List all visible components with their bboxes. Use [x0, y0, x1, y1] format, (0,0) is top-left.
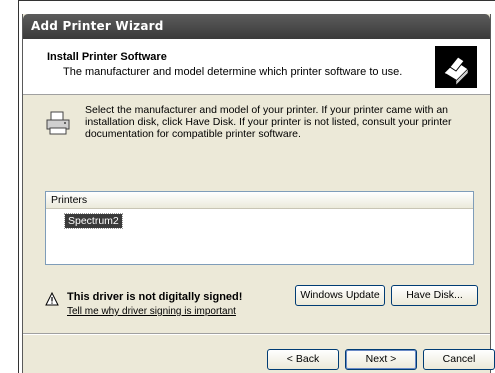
- title-bar[interactable]: Add Printer Wizard: [23, 14, 490, 39]
- unsigned-driver-warning: This driver is not digitally signed!: [67, 291, 243, 303]
- window-title: Add Printer Wizard: [31, 19, 164, 33]
- windows-update-button[interactable]: Windows Update: [295, 285, 385, 306]
- next-button[interactable]: Next >: [345, 349, 417, 370]
- footer-separator: [23, 333, 490, 335]
- back-button[interactable]: < Back: [267, 349, 339, 370]
- list-item-spectrum2[interactable]: Spectrum2: [64, 213, 123, 229]
- warning-icon: [45, 291, 59, 306]
- printers-column-header[interactable]: Printers: [46, 192, 473, 209]
- page-subtitle: The manufacturer and model determine whi…: [63, 66, 403, 78]
- wizard-header: Install Printer Software The manufacture…: [23, 39, 490, 95]
- wizard-body: Select the manufacturer and model of you…: [23, 96, 495, 373]
- printer-icon: [45, 110, 71, 136]
- have-disk-button[interactable]: Have Disk...: [391, 285, 478, 306]
- cancel-button[interactable]: Cancel: [423, 349, 495, 370]
- driver-signing-link[interactable]: Tell me why driver signing is important: [67, 306, 236, 317]
- page-title: Install Printer Software: [47, 51, 167, 63]
- printers-list[interactable]: Printers Spectrum2: [45, 191, 474, 265]
- intro-text: Select the manufacturer and model of you…: [85, 104, 452, 140]
- wizard-window: Add Printer Wizard Install Printer Softw…: [22, 14, 495, 373]
- printer-install-icon: [435, 46, 477, 88]
